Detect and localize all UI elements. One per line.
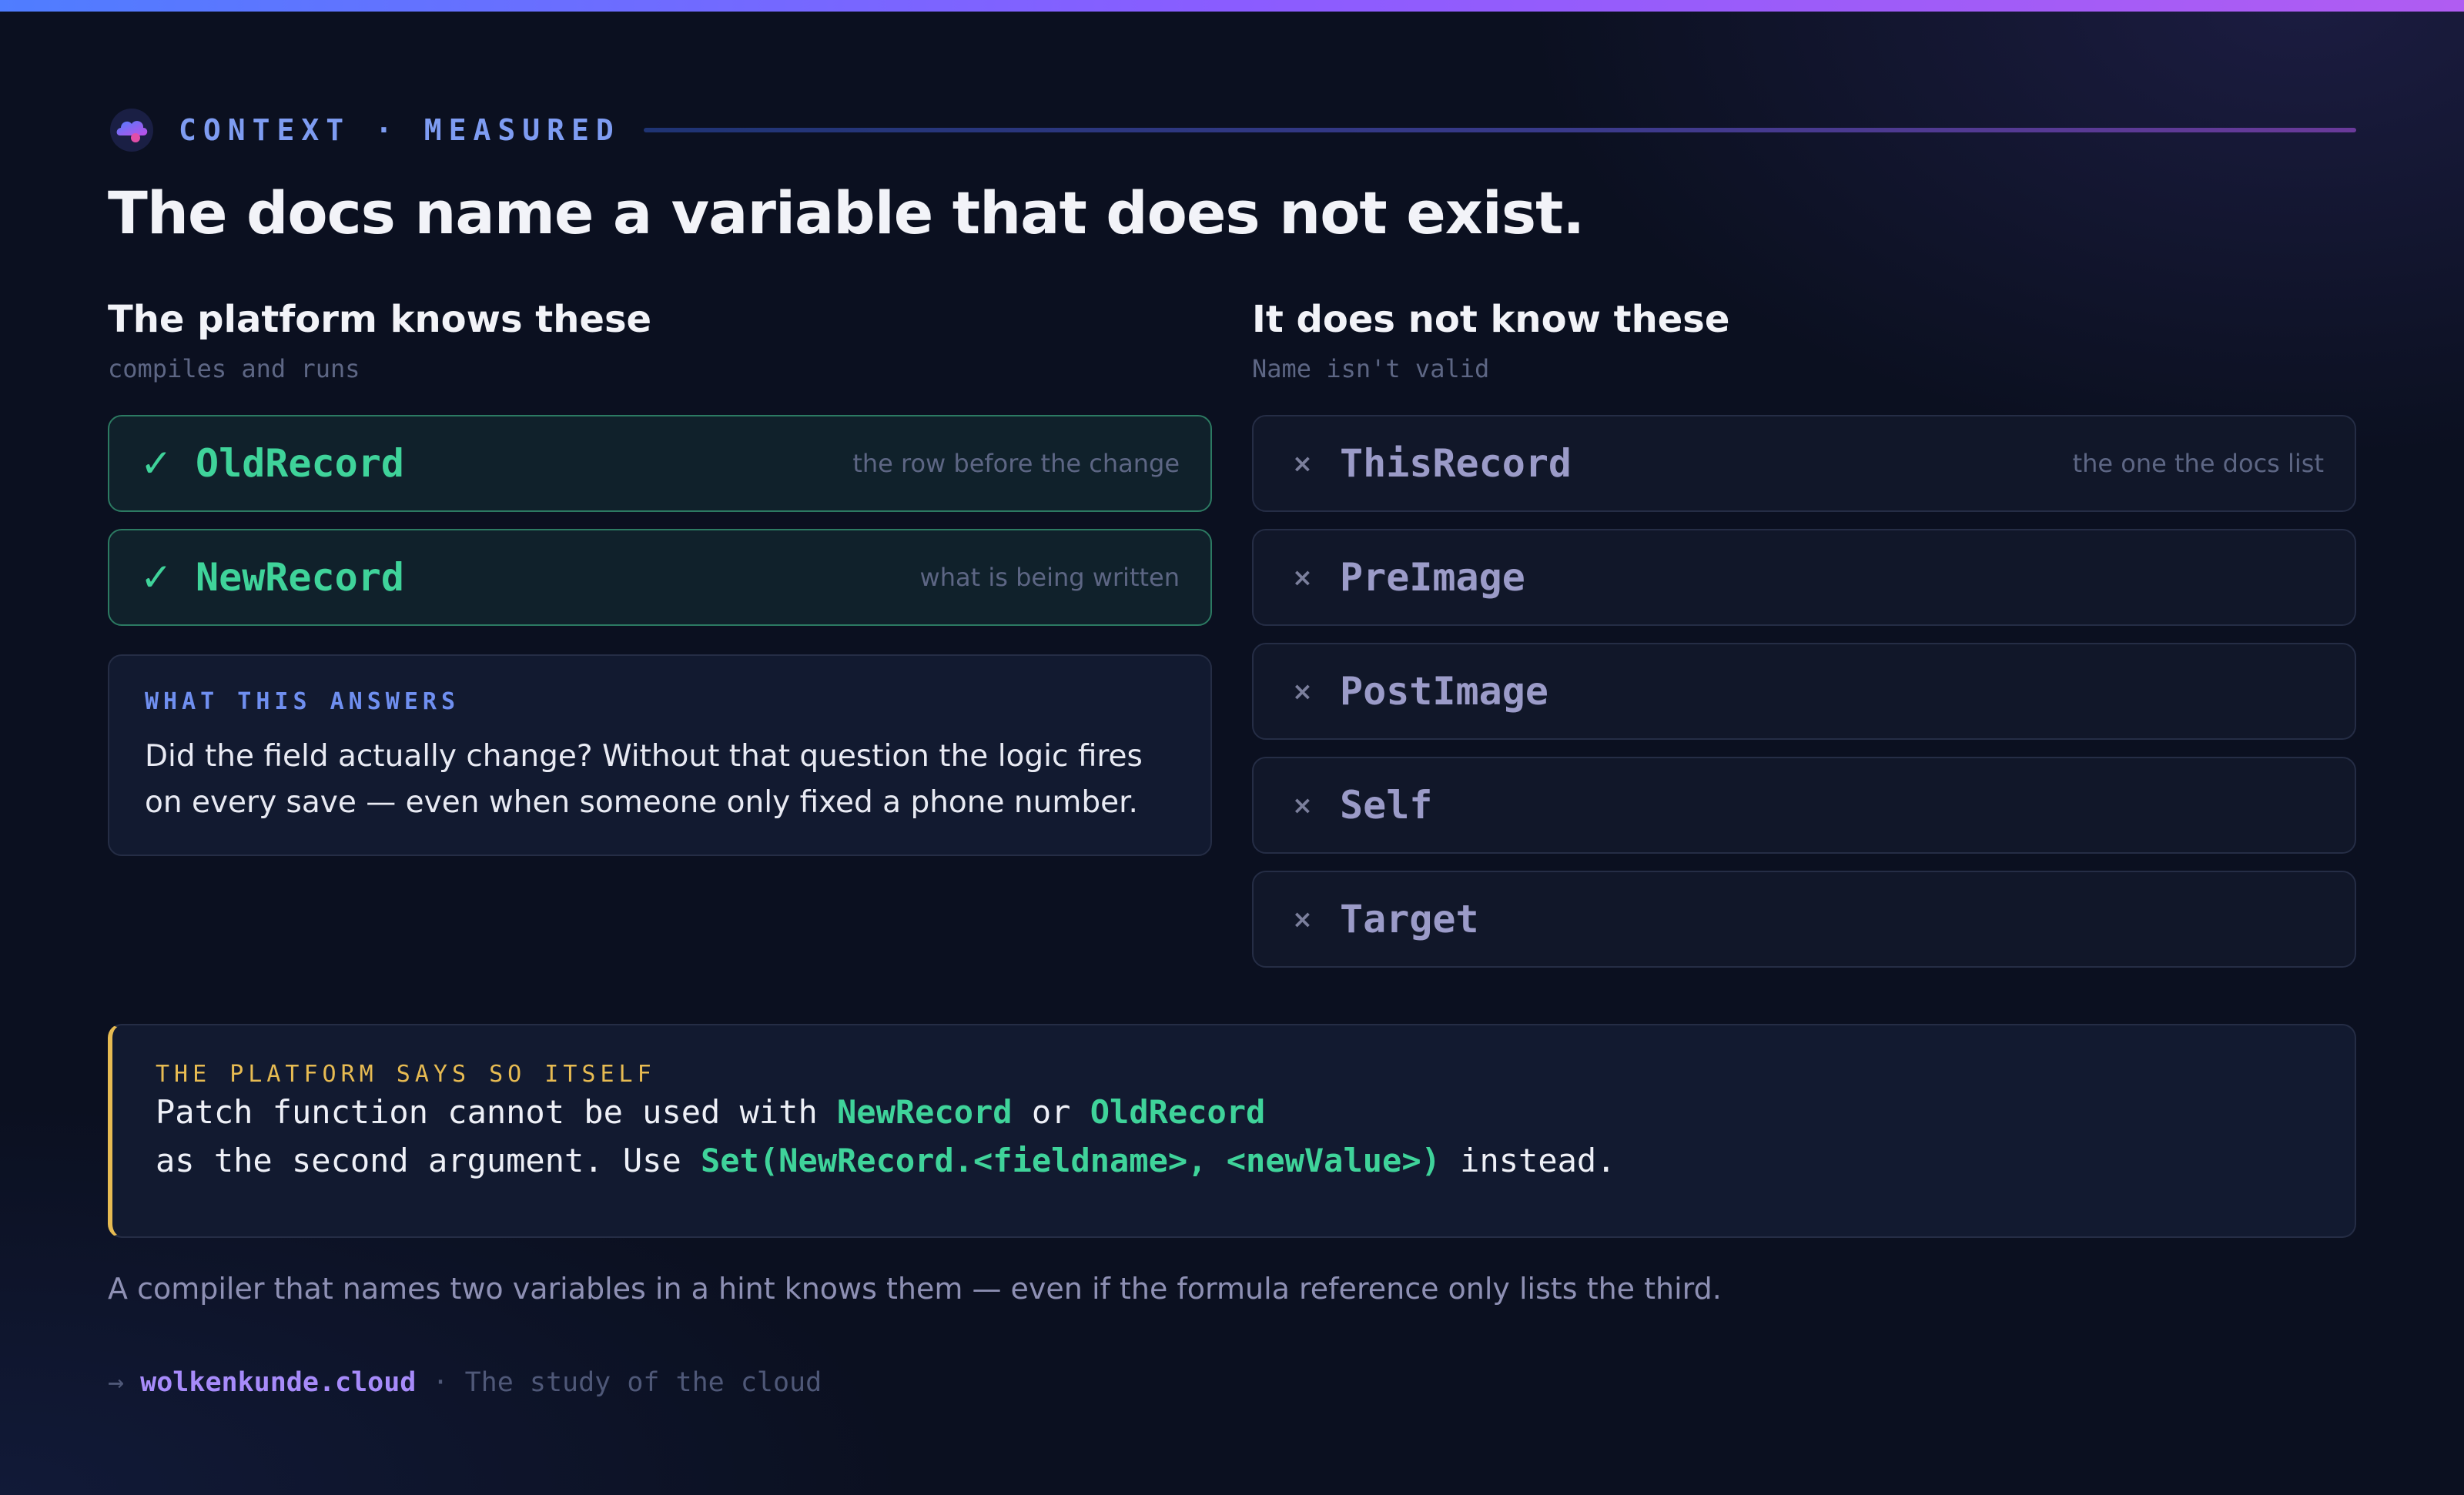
variable-name: PreImage (1340, 555, 1525, 600)
cross-icon: × (1292, 791, 1313, 820)
unknown-item: × Target (1252, 871, 2356, 968)
error-message-line-2: as the second argument. Use Set(NewRecor… (156, 1136, 2312, 1185)
brand-link[interactable]: wolkenkunde.cloud (140, 1367, 416, 1398)
platform-quote: THE PLATFORM SAYS SO ITSELF Patch functi… (108, 1024, 2356, 1238)
variable-note: the row before the change (852, 449, 1180, 478)
cloud-logo-icon (108, 106, 156, 154)
code-text: as the second argument. Use (156, 1142, 701, 1179)
cross-icon: × (1292, 905, 1313, 934)
code-highlight: Set(NewRecord.<fieldname>, <newValue>) (701, 1142, 1441, 1179)
variable-name: Target (1340, 897, 1479, 941)
answer-box: WHAT THIS ANSWERS Did the field actually… (108, 654, 1212, 856)
unknown-title: It does not know these (1252, 298, 1730, 341)
cross-icon: × (1292, 677, 1313, 706)
page-title: The docs name a variable that does not e… (108, 179, 1585, 247)
footnote: A compiler that names two variables in a… (108, 1272, 1722, 1306)
arrow-icon: → (108, 1367, 125, 1398)
known-column: The platform knows these compiles and ru… (108, 296, 1212, 856)
footer: → wolkenkunde.cloud · The study of the c… (108, 1367, 822, 1398)
code-highlight: OldRecord (1090, 1093, 1266, 1131)
unknown-column: It does not know these Name isn't valid … (1252, 296, 2356, 968)
check-icon: ✓ (140, 441, 172, 486)
footer-tagline: · The study of the cloud (416, 1367, 822, 1398)
top-accent-bar (0, 0, 2464, 12)
eyebrow-divider (643, 128, 2356, 132)
code-text: Patch function cannot be used with (156, 1093, 838, 1131)
eyebrow: CONTEXT · MEASURED (108, 106, 2356, 154)
unknown-item: × Self (1252, 757, 2356, 854)
check-icon: ✓ (140, 555, 172, 600)
variable-name: NewRecord (196, 555, 404, 600)
unknown-subtitle: Name isn't valid (1252, 354, 1490, 383)
cross-icon: × (1292, 563, 1313, 592)
code-text: instead. (1440, 1142, 1616, 1179)
answer-label: WHAT THIS ANSWERS (145, 688, 460, 715)
platform-label: THE PLATFORM SAYS SO ITSELF (156, 1061, 656, 1088)
code-highlight: NewRecord (837, 1093, 1013, 1131)
variable-note: what is being written (919, 563, 1180, 592)
variable-name: OldRecord (196, 441, 404, 486)
unknown-item: × PostImage (1252, 643, 2356, 740)
variable-note: the one the docs list (2072, 449, 2324, 478)
unknown-item: × ThisRecord the one the docs list (1252, 415, 2356, 512)
eyebrow-text: CONTEXT · MEASURED (179, 113, 621, 147)
variable-name: PostImage (1340, 669, 1548, 714)
error-message-line-1: Patch function cannot be used with NewRe… (156, 1088, 2312, 1136)
code-text: or (1012, 1093, 1090, 1131)
known-subtitle: compiles and runs (108, 354, 360, 383)
unknown-item: × PreImage (1252, 529, 2356, 626)
answer-text: Did the field actually change? Without t… (145, 739, 1143, 820)
cross-icon: × (1292, 449, 1313, 478)
variable-name: Self (1340, 783, 1433, 828)
variable-name: ThisRecord (1340, 441, 1572, 486)
known-title: The platform knows these (108, 298, 652, 341)
known-item: ✓ NewRecord what is being written (108, 529, 1212, 626)
known-item: ✓ OldRecord the row before the change (108, 415, 1212, 512)
